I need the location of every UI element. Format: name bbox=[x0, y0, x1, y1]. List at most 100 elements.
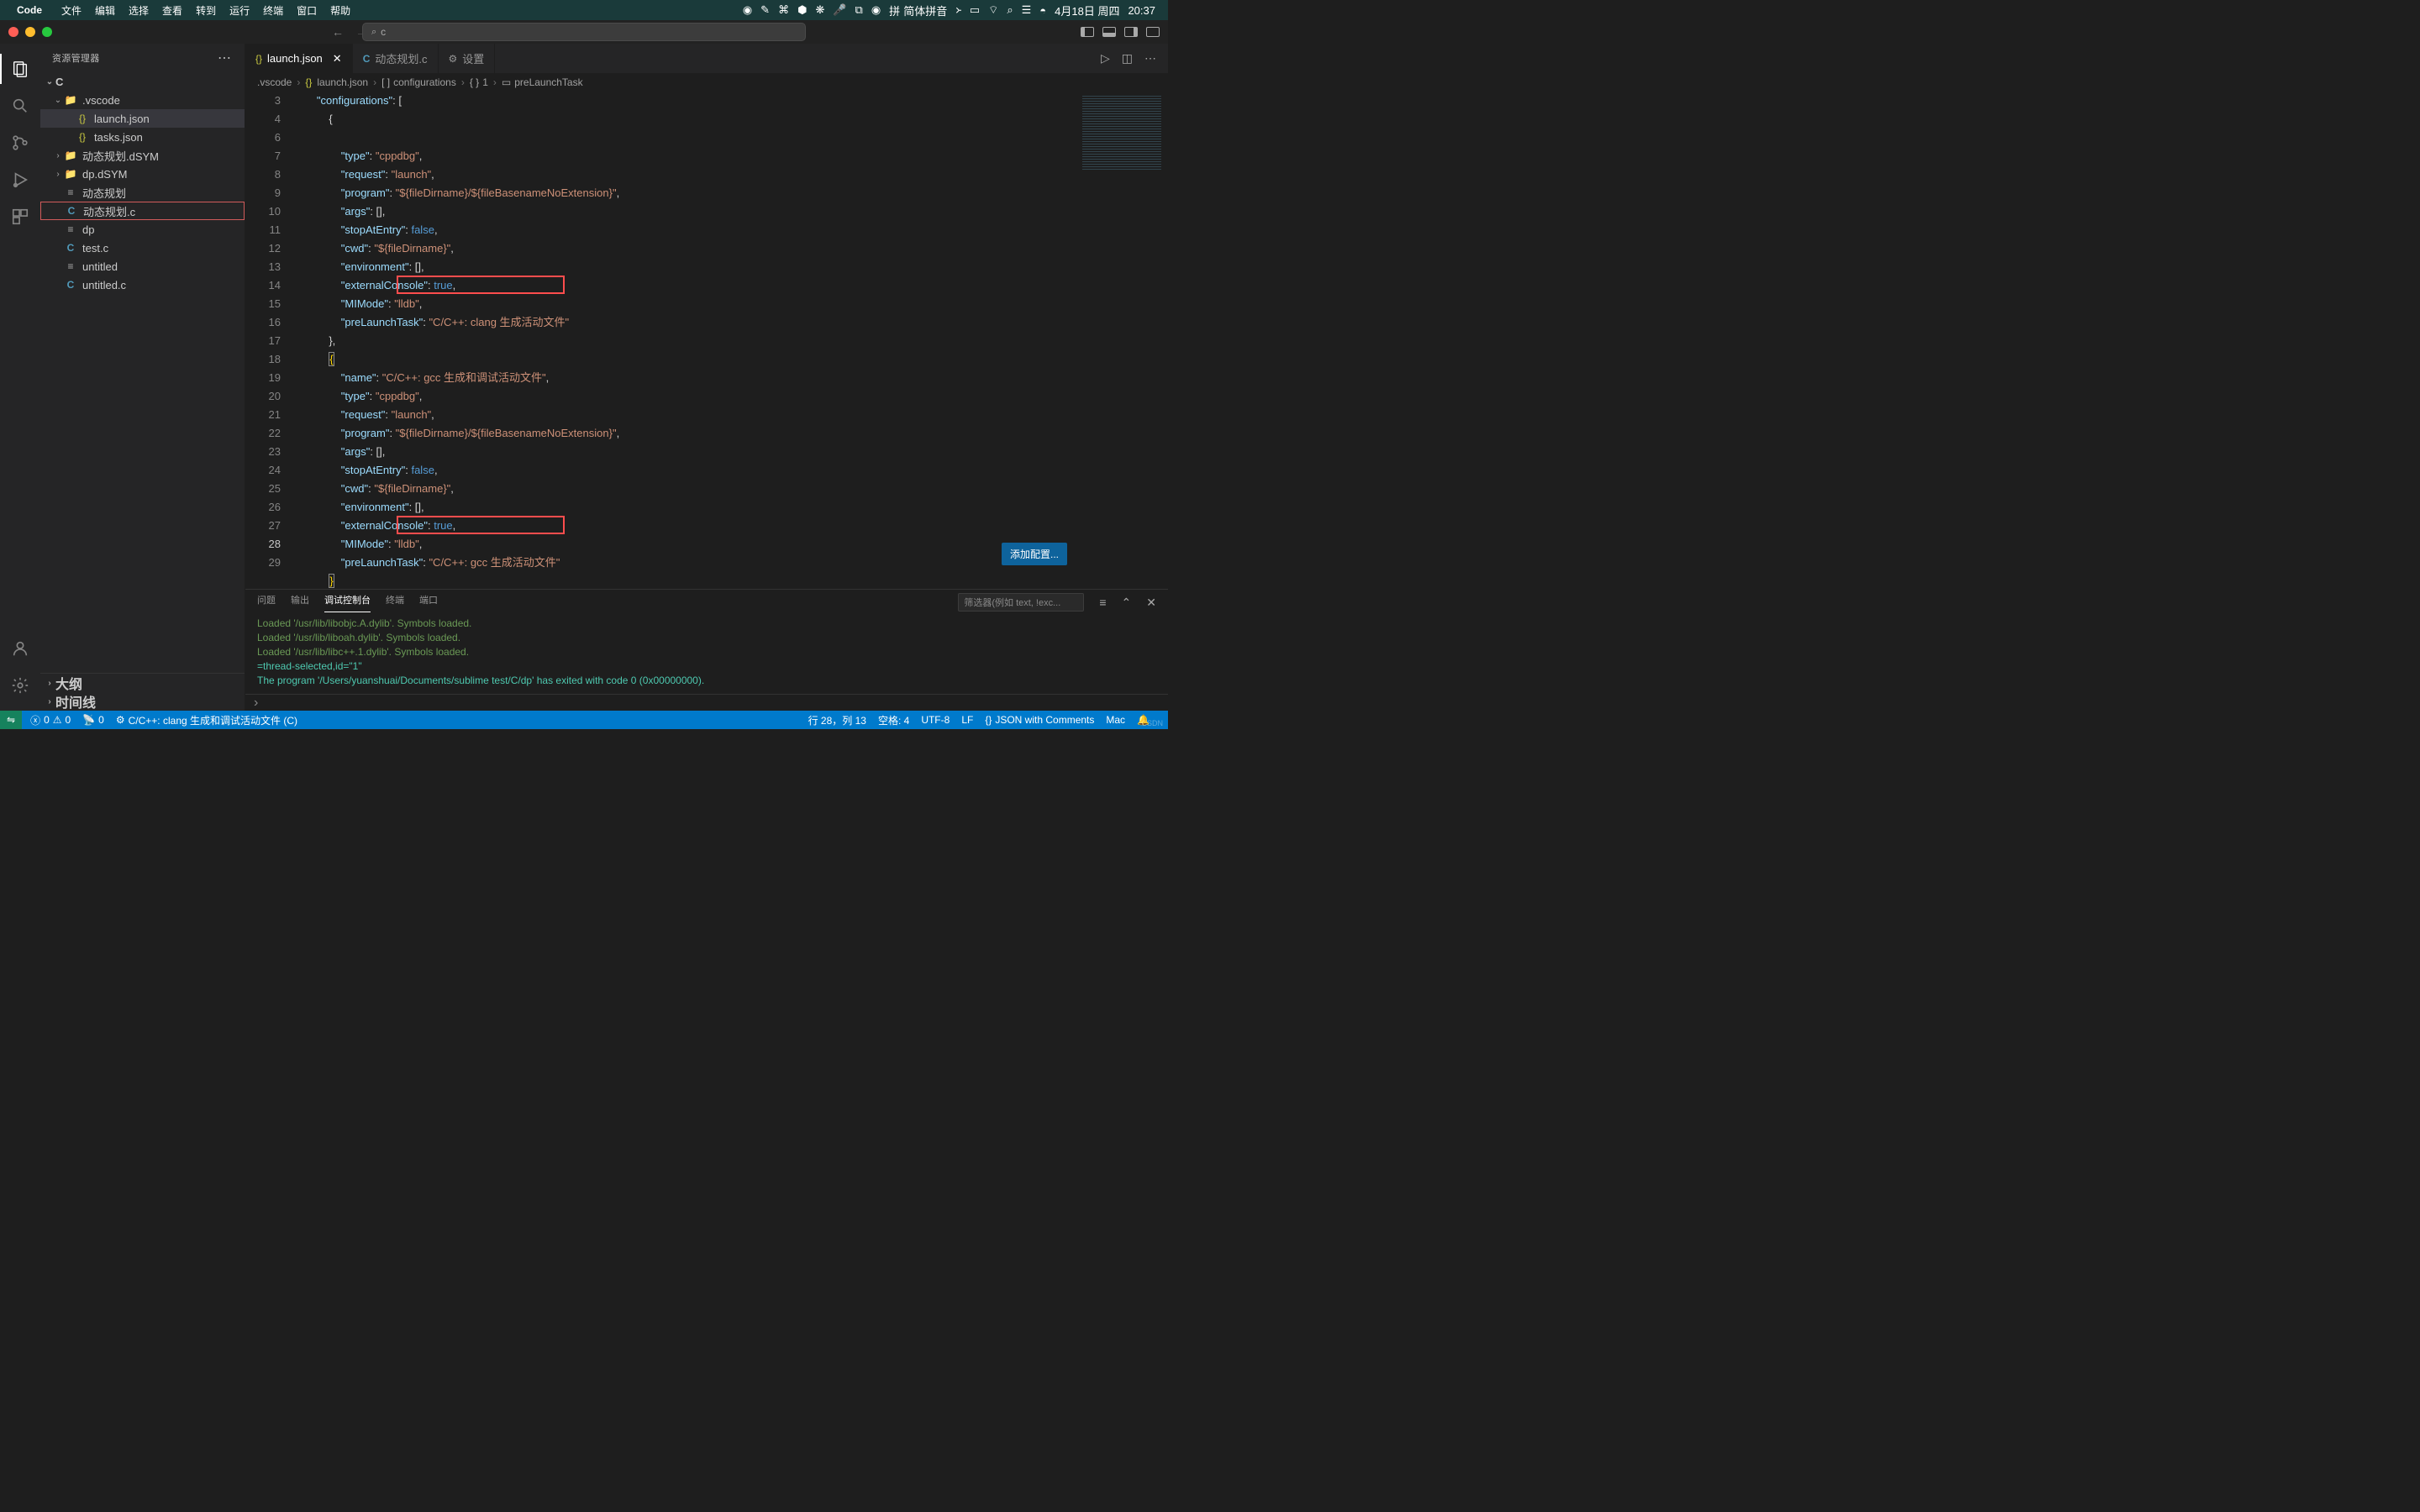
panel-settings-icon[interactable]: ≡ bbox=[1099, 596, 1106, 609]
menubar-date[interactable]: 4月18日 周四 bbox=[1055, 3, 1119, 18]
activity-settings[interactable] bbox=[0, 667, 40, 704]
debug-console-output[interactable]: Loaded '/usr/lib/libobjc.A.dylib'. Symbo… bbox=[245, 615, 1168, 694]
macos-menubar: Code 文件 编辑 选择 查看 转到 运行 终端 窗口 帮助 ◉ ✎ ⌘ ⬢ … bbox=[0, 0, 1168, 20]
status-bar: ⇋ ⓧ 0 ⚠ 0 📡 0 ⚙ C/C++: clang 生成和调试活动文件 (… bbox=[0, 711, 1168, 729]
status-build-task[interactable]: ⚙ C/C++: clang 生成和调试活动文件 (C) bbox=[116, 713, 297, 727]
debug-filter-input[interactable]: 筛选器(例如 text, !exc... bbox=[958, 593, 1084, 612]
close-icon[interactable]: ✕ bbox=[333, 52, 342, 66]
menu-edit[interactable]: 编辑 bbox=[95, 3, 115, 18]
app-name[interactable]: Code bbox=[17, 4, 42, 16]
titlebar: ← → ⌕ c bbox=[0, 20, 1168, 44]
bluetooth-icon[interactable]: ᚛ bbox=[955, 3, 961, 17]
panel-tab-4[interactable]: 端口 bbox=[419, 593, 438, 612]
tree-item-test-c[interactable]: Ctest.c bbox=[40, 239, 245, 257]
command-center[interactable]: ⌕ c bbox=[362, 23, 806, 41]
activity-run-debug[interactable] bbox=[0, 161, 40, 198]
add-configuration-button[interactable]: 添加配置... bbox=[1002, 543, 1067, 565]
status-cursor-pos[interactable]: 行 28，列 13 bbox=[808, 713, 866, 727]
orbit-icon[interactable]: ⌘ bbox=[778, 3, 789, 17]
run-icon[interactable]: ▷ bbox=[1101, 51, 1110, 66]
tab-设置[interactable]: ⚙设置 bbox=[439, 44, 496, 73]
toggle-secondary-sidebar-icon[interactable] bbox=[1124, 27, 1138, 37]
menubar-time[interactable]: 20:37 bbox=[1128, 4, 1155, 17]
tree-item-untitled-c[interactable]: Cuntitled.c bbox=[40, 276, 245, 294]
menu-go[interactable]: 转到 bbox=[196, 3, 216, 18]
tree-item-动态规划[interactable]: ≡动态规划 bbox=[40, 183, 245, 202]
battery-icon[interactable]: ▭ bbox=[970, 3, 980, 17]
tree-item-动态规划-c[interactable]: C动态规划.c bbox=[40, 202, 245, 220]
panel-tab-1[interactable]: 输出 bbox=[291, 593, 309, 612]
panel-collapse-icon[interactable]: ⌃ bbox=[1122, 596, 1132, 610]
tree-item-untitled[interactable]: ≡untitled bbox=[40, 257, 245, 276]
editor-area: {}launch.json✕C动态规划.c⚙设置 ▷ ◫ ⋯ .vscode› … bbox=[245, 44, 1168, 711]
menu-select[interactable]: 选择 bbox=[129, 3, 149, 18]
panel-tab-0[interactable]: 问题 bbox=[257, 593, 276, 612]
editor-tabs: {}launch.json✕C动态规划.c⚙设置 ▷ ◫ ⋯ bbox=[245, 44, 1168, 73]
activity-account[interactable] bbox=[0, 630, 40, 667]
menu-view[interactable]: 查看 bbox=[162, 3, 182, 18]
activity-search[interactable] bbox=[0, 87, 40, 124]
panel-tab-2[interactable]: 调试控制台 bbox=[324, 593, 371, 612]
property-icon: ▭ bbox=[502, 76, 511, 88]
activity-extensions[interactable] bbox=[0, 198, 40, 235]
status-errors[interactable]: ⓧ 0 ⚠ 0 bbox=[30, 713, 71, 727]
tree-item-dp[interactable]: ≡dp bbox=[40, 220, 245, 239]
brush-icon[interactable]: ✎ bbox=[760, 3, 770, 17]
ime-icon[interactable]: 拼简体拼音 bbox=[889, 3, 947, 18]
breadcrumb[interactable]: .vscode› {}launch.json› [ ] configuratio… bbox=[245, 73, 1168, 92]
status-radio[interactable]: 📡 0 bbox=[82, 714, 104, 726]
wifi-icon[interactable]: ⌔ bbox=[988, 3, 998, 17]
tree-item-动态规划-dSYM[interactable]: ›📁动态规划.dSYM bbox=[40, 146, 245, 165]
remote-indicator[interactable]: ⇋ bbox=[0, 711, 22, 729]
menu-terminal[interactable]: 终端 bbox=[263, 3, 283, 18]
status-encoding[interactable]: UTF-8 bbox=[921, 714, 950, 726]
status-language[interactable]: {} JSON with Comments bbox=[985, 714, 1094, 726]
customize-layout-icon[interactable] bbox=[1146, 27, 1160, 37]
toggle-panel-icon[interactable] bbox=[1102, 27, 1116, 37]
nav-back-icon[interactable]: ← bbox=[332, 25, 344, 39]
split-editor-icon[interactable]: ◫ bbox=[1122, 51, 1133, 66]
tree-item-dp-dSYM[interactable]: ›📁dp.dSYM bbox=[40, 165, 245, 183]
close-window[interactable] bbox=[8, 27, 18, 37]
status-os[interactable]: Mac bbox=[1106, 714, 1125, 726]
record-icon[interactable]: ◉ bbox=[871, 3, 881, 17]
spotlight-icon[interactable]: ⌕ bbox=[1007, 3, 1013, 17]
tree-root[interactable]: ⌄ C bbox=[40, 72, 245, 91]
sidebar: 资源管理器 ⋯ ⌄ C ⌄📁.vscode{}launch.json{}task… bbox=[40, 44, 245, 711]
siri-icon[interactable]: ◓ bbox=[1039, 4, 1046, 17]
search-icon: ⌕ bbox=[371, 27, 376, 38]
activity-explorer[interactable] bbox=[0, 50, 40, 87]
menu-help[interactable]: 帮助 bbox=[330, 3, 350, 18]
tree-item-launch-json[interactable]: {}launch.json bbox=[40, 109, 245, 128]
object-icon: { } bbox=[470, 76, 479, 88]
sidebar-more-icon[interactable]: ⋯ bbox=[218, 50, 233, 66]
activity-bar bbox=[0, 44, 40, 711]
tree-item--vscode[interactable]: ⌄📁.vscode bbox=[40, 91, 245, 109]
tab-launch-json[interactable]: {}launch.json✕ bbox=[245, 44, 353, 73]
status-indent[interactable]: 空格: 4 bbox=[878, 713, 909, 727]
mic-mute-icon[interactable]: 🎤 bbox=[833, 3, 846, 17]
code-editor[interactable]: 3467891011121314151617181920212223242526… bbox=[245, 92, 1168, 589]
panel-close-icon[interactable]: ✕ bbox=[1146, 596, 1156, 610]
maximize-window[interactable] bbox=[42, 27, 52, 37]
menu-run[interactable]: 运行 bbox=[229, 3, 250, 18]
sidebar-timeline[interactable]: › 时间线 bbox=[40, 692, 245, 711]
status-eol[interactable]: LF bbox=[961, 714, 973, 726]
file-tree: ⌄ C ⌄📁.vscode{}launch.json{}tasks.json›📁… bbox=[40, 72, 245, 673]
display-icon[interactable]: ⧉ bbox=[855, 3, 863, 17]
tab-动态规划-c[interactable]: C动态规划.c bbox=[353, 44, 439, 73]
panel-tab-3[interactable]: 终端 bbox=[386, 593, 404, 612]
activity-source-control[interactable] bbox=[0, 124, 40, 161]
menu-file[interactable]: 文件 bbox=[61, 3, 82, 18]
debug-console-input[interactable]: › bbox=[245, 694, 1168, 711]
cube-icon[interactable]: ⬢ bbox=[797, 3, 807, 17]
control-center-icon[interactable]: ☰ bbox=[1022, 3, 1032, 17]
fan-icon[interactable]: ❋ bbox=[815, 3, 824, 17]
sidebar-outline[interactable]: › 大纲 bbox=[40, 674, 245, 692]
wechat-icon[interactable]: ◉ bbox=[743, 3, 752, 17]
more-actions-icon[interactable]: ⋯ bbox=[1144, 51, 1156, 66]
toggle-primary-sidebar-icon[interactable] bbox=[1081, 27, 1094, 37]
minimize-window[interactable] bbox=[25, 27, 35, 37]
tree-item-tasks-json[interactable]: {}tasks.json bbox=[40, 128, 245, 146]
menu-window[interactable]: 窗口 bbox=[297, 3, 317, 18]
